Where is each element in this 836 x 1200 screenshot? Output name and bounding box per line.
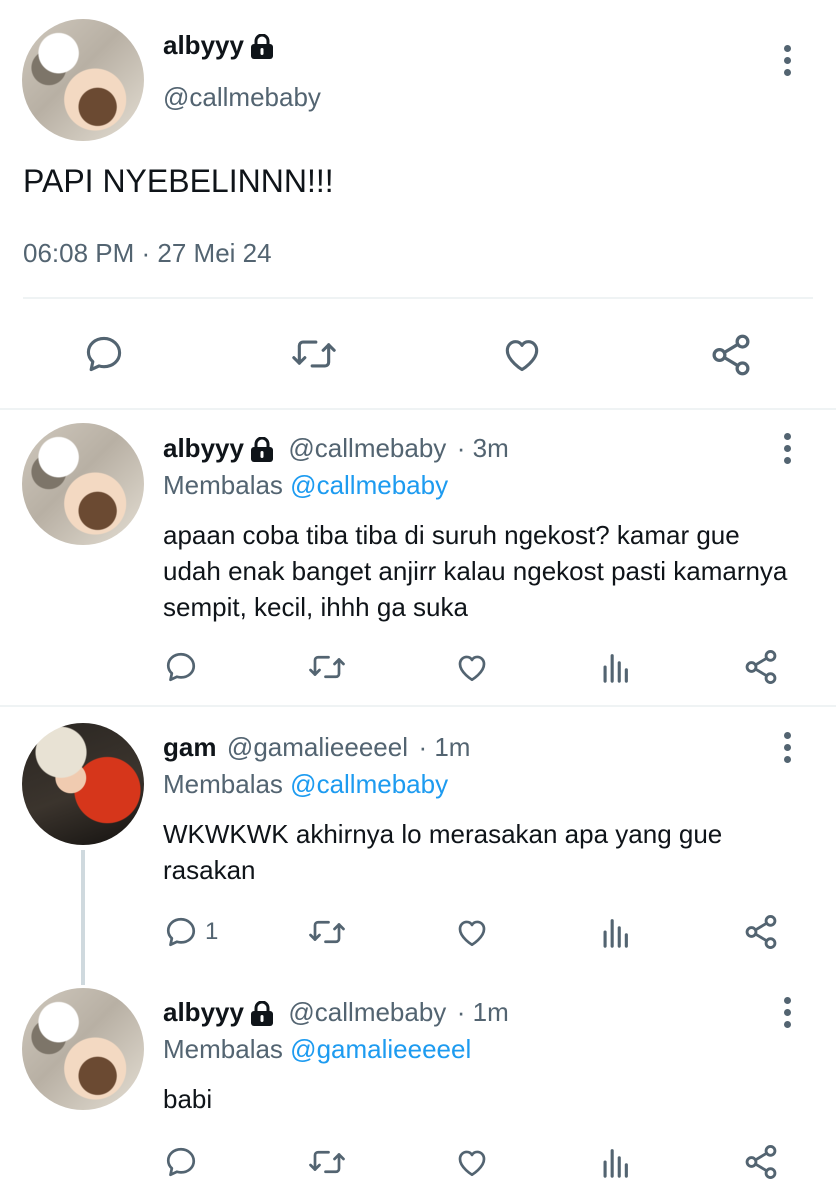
tweet-text: WKWKWK akhirnya lo merasakan apa yang gu…: [163, 819, 723, 885]
share-icon[interactable]: [708, 332, 754, 378]
like-icon[interactable]: [453, 1144, 491, 1180]
replying-prefix: Membalas: [163, 769, 283, 799]
author-name[interactable]: gam: [163, 732, 216, 762]
author-handle[interactable]: @callmebaby: [288, 433, 446, 463]
retweet-icon[interactable]: [307, 649, 347, 685]
more-icon[interactable]: [784, 433, 792, 469]
retweet-icon[interactable]: [307, 914, 347, 950]
replying-prefix: Membalas: [163, 1034, 283, 1064]
divider: [23, 297, 813, 299]
replying-prefix: Membalas: [163, 470, 283, 500]
avatar[interactable]: [22, 988, 144, 1110]
avatar[interactable]: [22, 423, 144, 545]
share-icon[interactable]: [742, 648, 780, 686]
divider: [0, 705, 836, 707]
more-icon[interactable]: [784, 45, 792, 81]
lock-icon: [250, 33, 274, 65]
lock-icon: [250, 436, 274, 468]
replying-to-mention[interactable]: @callmebaby: [290, 769, 448, 799]
lock-icon: [250, 1000, 274, 1032]
replying-to: Membalas @gamalieeeeel: [163, 1034, 471, 1065]
author-row: albyyy @callmebaby · 3m: [163, 433, 509, 468]
author-handle[interactable]: @gamalieeeeel: [227, 732, 408, 762]
author-name[interactable]: albyyy: [163, 433, 244, 463]
tweet-time[interactable]: · 3m: [457, 433, 509, 463]
author-row: albyyy: [163, 30, 274, 65]
author-row: gam @gamalieeeeel · 1m: [163, 732, 470, 763]
analytics-icon[interactable]: [600, 650, 630, 684]
tweet-text: babi: [163, 1084, 213, 1114]
analytics-icon[interactable]: [600, 915, 630, 949]
share-icon[interactable]: [742, 1143, 780, 1181]
thread-line: [81, 850, 85, 985]
analytics-icon[interactable]: [600, 1145, 630, 1179]
replying-to-mention[interactable]: @callmebaby: [290, 470, 448, 500]
author-name[interactable]: albyyy: [163, 30, 244, 60]
author-row: albyyy @callmebaby · 1m: [163, 997, 509, 1032]
replying-to: Membalas @callmebaby: [163, 470, 448, 501]
retweet-icon[interactable]: [307, 1144, 347, 1180]
like-icon[interactable]: [499, 332, 545, 376]
author-handle[interactable]: @callmebaby: [288, 997, 446, 1027]
more-icon[interactable]: [784, 997, 792, 1033]
author-handle[interactable]: @callmebaby: [163, 82, 321, 113]
share-icon[interactable]: [742, 913, 780, 951]
tweet-time[interactable]: · 1m: [418, 732, 470, 762]
reply-icon[interactable]: [163, 914, 199, 950]
divider: [0, 408, 836, 410]
reply-icon[interactable]: [163, 649, 199, 685]
reply-count: 1: [205, 918, 219, 945]
reply-icon[interactable]: [82, 332, 126, 376]
avatar[interactable]: [22, 19, 144, 141]
like-icon[interactable]: [453, 649, 491, 685]
tweet-timestamp[interactable]: 06:08 PM · 27 Mei 24: [23, 238, 272, 269]
tweet-text: PAPI NYEBELINNN!!!: [23, 163, 334, 199]
tweet-text: apaan coba tiba tiba di suruh ngekost? k…: [163, 520, 788, 622]
retweet-icon[interactable]: [290, 332, 338, 376]
like-icon[interactable]: [453, 914, 491, 950]
tweet-time[interactable]: · 1m: [457, 997, 509, 1027]
more-icon[interactable]: [784, 732, 792, 768]
replying-to: Membalas @callmebaby: [163, 769, 448, 800]
author-name[interactable]: albyyy: [163, 997, 244, 1027]
replying-to-mention[interactable]: @gamalieeeeel: [290, 1034, 471, 1064]
reply-icon[interactable]: [163, 1144, 199, 1180]
avatar[interactable]: [22, 723, 144, 845]
